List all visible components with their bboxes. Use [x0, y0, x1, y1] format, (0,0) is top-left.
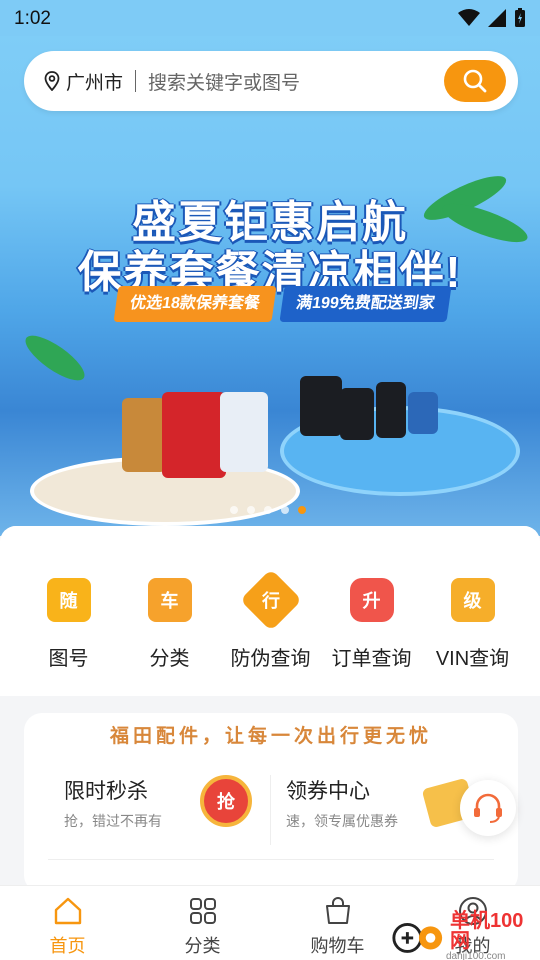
palm-leaf-decoration: [19, 328, 91, 388]
quick-entry-order-query[interactable]: 升 订单查询: [321, 526, 422, 696]
filter-product: [376, 382, 406, 438]
tab-home[interactable]: 首页: [0, 886, 135, 960]
oil-can-product: [122, 398, 166, 472]
part-number-icon: 随: [46, 578, 91, 622]
customer-service-button[interactable]: [460, 780, 516, 836]
search-input[interactable]: 搜索关键字或图号: [148, 68, 300, 95]
filter-product: [408, 392, 438, 434]
filter-product: [300, 376, 342, 436]
city-selector[interactable]: 广州市: [66, 68, 123, 95]
home-icon: [54, 897, 81, 925]
grid-icon: [189, 898, 216, 924]
coolant-bottle-product: [220, 392, 268, 472]
tab-cart[interactable]: 购物车: [270, 886, 405, 960]
carousel-dot-active[interactable]: [298, 506, 306, 514]
banner-tag-right: 满199免费配送到家: [279, 286, 452, 322]
tab-label: 分类: [184, 936, 221, 956]
battery-icon: [515, 8, 525, 27]
headset-icon: [474, 793, 502, 823]
status-time: 1:02: [14, 8, 51, 29]
promo-card: 福田配件，让每一次出行更无忧 限时秒杀 抢，错过不再有 抢 领券中心 速，领专属…: [24, 713, 518, 893]
quick-entry-row: 随 图号 车 分类 行 防伪查询 升 订单查询 级 VIN查询: [0, 526, 540, 696]
watermark-text: 单机100网: [450, 909, 524, 952]
quick-entry-label: VIN查询: [435, 648, 510, 670]
status-bar: 1:02: [0, 0, 540, 36]
carousel-dot[interactable]: [264, 506, 272, 514]
promo-slogan: 福田配件，让每一次出行更无忧: [109, 726, 432, 747]
location-pin-icon: [44, 71, 60, 91]
alarm-clock-icon: 抢: [200, 775, 252, 827]
quick-entry-label: 订单查询: [331, 648, 412, 670]
watermark-subtext: danji100.com: [446, 950, 506, 960]
quick-entry-label: 图号: [48, 648, 89, 670]
wifi-icon: [458, 9, 480, 26]
carousel-dot[interactable]: [247, 506, 255, 514]
search-divider: [135, 70, 137, 92]
search-bar[interactable]: 广州市 搜索关键字或图号: [24, 51, 518, 111]
search-icon: [463, 69, 487, 93]
tab-label: 首页: [49, 936, 86, 956]
vin-query-icon: 级: [450, 578, 495, 622]
category-icon: 车: [147, 578, 192, 622]
quick-entry-part-number[interactable]: 随 图号: [18, 526, 119, 696]
oil-can-product: [162, 392, 226, 478]
flash-sale-badge: 抢: [217, 792, 235, 812]
promo-row-divider: [48, 859, 494, 860]
search-button[interactable]: [444, 60, 506, 102]
quick-entry-vin-query[interactable]: 级 VIN查询: [422, 526, 523, 696]
tab-label: 购物车: [310, 936, 365, 956]
carousel-dot[interactable]: [281, 506, 289, 514]
watermark-logo-icon: [392, 922, 443, 953]
quick-entry-label: 防伪查询: [230, 648, 311, 670]
banner-tag-left: 优选18款保养套餐: [113, 286, 277, 322]
carousel-indicator: [230, 506, 306, 514]
hero-banner[interactable]: 广州市 搜索关键字或图号 盛夏钜惠启航 保养套餐清凉相伴! 优选18款保养套餐 …: [0, 36, 540, 536]
tab-category[interactable]: 分类: [135, 886, 270, 960]
filter-product: [340, 388, 374, 440]
signal-icon: [488, 9, 506, 27]
anti-counterfeit-icon-glyph: 行: [261, 591, 280, 611]
promo-divider: [270, 775, 271, 845]
order-query-icon: 升: [349, 578, 394, 622]
quick-entry-anti-counterfeit[interactable]: 行 防伪查询: [220, 526, 321, 696]
main-content: 随 图号 车 分类 行 防伪查询 升 订单查询 级 VIN查询 福田配件，让每一…: [0, 526, 540, 893]
shopping-bag-icon: [325, 897, 350, 924]
watermark: 单机100网 danji100.com: [390, 911, 540, 960]
status-icons: [458, 8, 526, 28]
anti-counterfeit-icon: 行: [239, 568, 302, 632]
watermark-text-block: 单机100网 danji100.com: [446, 911, 540, 960]
carousel-dot[interactable]: [230, 506, 238, 514]
quick-entry-category[interactable]: 车 分类: [119, 526, 220, 696]
quick-entry-label: 分类: [149, 648, 190, 670]
